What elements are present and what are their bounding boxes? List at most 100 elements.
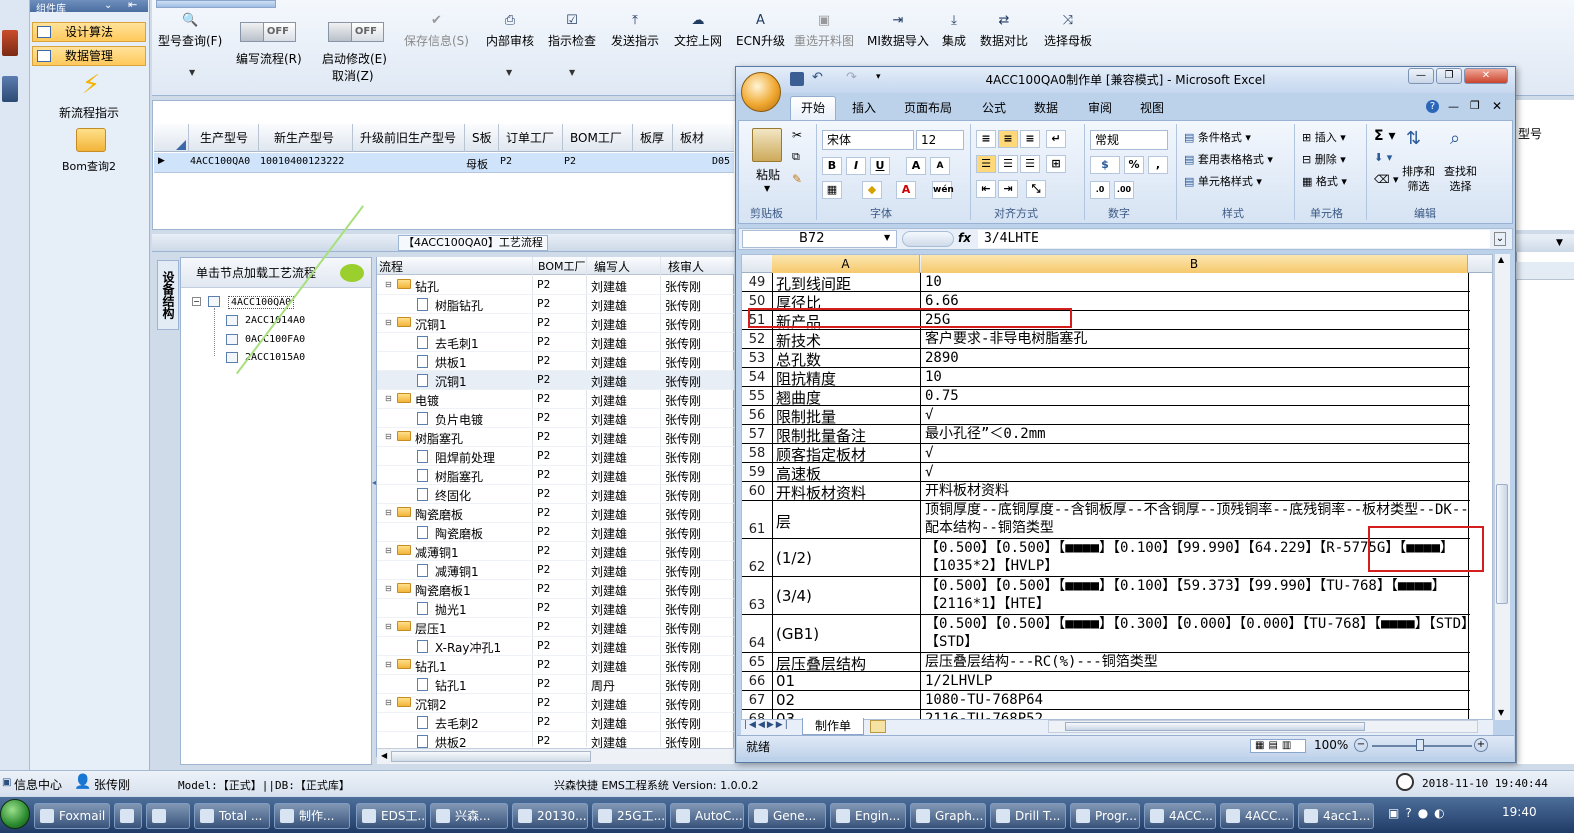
cell-a[interactable]: 01 xyxy=(774,672,920,690)
zoom-in-icon[interactable]: + xyxy=(1474,738,1488,752)
row-number[interactable]: 57 xyxy=(742,427,772,442)
cell[interactable]: 张传刚 xyxy=(665,677,701,694)
col-header-b[interactable]: B xyxy=(921,255,1468,273)
cell[interactable]: P2 xyxy=(537,278,550,291)
col-header[interactable]: 升级前旧生产型号 xyxy=(360,128,456,148)
cell[interactable]: 张传刚 xyxy=(665,278,701,295)
font-color-icon[interactable]: A xyxy=(896,181,916,199)
cell[interactable]: 张传刚 xyxy=(665,430,701,447)
sort-filter-button[interactable]: 排序和 筛选 xyxy=(1402,164,1435,194)
cell-b[interactable]: 1080-TU-768P64 xyxy=(922,691,1469,710)
row-number[interactable]: 58 xyxy=(742,446,772,461)
info-icon[interactable]: ▣ xyxy=(2,777,11,788)
tab-page-layout[interactable]: 页面布局 xyxy=(904,99,952,116)
table-row[interactable]: ⊟ 钻孔 P2 刘建雄 张传刚 xyxy=(377,276,734,295)
sort-filter-icon[interactable]: ⇅ xyxy=(1406,128,1421,149)
cell[interactable]: 钻孔1 xyxy=(415,658,447,675)
tab-insert[interactable]: 插入 xyxy=(852,99,876,116)
cell[interactable]: 刘建雄 xyxy=(591,297,627,314)
table-row[interactable]: 终固化 P2 刘建雄 张传刚 xyxy=(377,485,734,504)
cell[interactable]: 张传刚 xyxy=(665,525,701,542)
taskbar-clock[interactable]: 19:40 xyxy=(1502,805,1537,819)
table-row[interactable]: ⊟ 电镀 P2 刘建雄 张传刚 xyxy=(377,390,734,409)
row-number[interactable]: 65 xyxy=(742,655,772,670)
cell[interactable]: 张传刚 xyxy=(665,620,701,637)
cell[interactable]: 张传刚 xyxy=(665,316,701,333)
row-number[interactable]: 52 xyxy=(742,332,772,347)
nav-data-management[interactable]: 数据管理 xyxy=(32,46,146,66)
sheet-row[interactable]: 66 01 1/2LHVLP xyxy=(742,672,1470,691)
vertical-scrollbar[interactable]: ▲ ▼ xyxy=(1494,254,1510,720)
cell-b[interactable]: √ xyxy=(922,444,1469,463)
fill-icon[interactable]: ⬇ ▾ xyxy=(1374,151,1392,164)
cell[interactable]: 张传刚 xyxy=(665,411,701,428)
cell[interactable]: P2 xyxy=(537,297,550,310)
sheet-nav-icon[interactable]: |◀◀▶▶| xyxy=(744,720,790,730)
cell-b[interactable]: 10 xyxy=(922,368,1469,387)
cell[interactable]: P2 xyxy=(537,544,550,557)
table-row[interactable]: ⊟ 树脂塞孔 P2 刘建雄 张传刚 xyxy=(377,428,734,447)
tree-collapse-icon[interactable]: ⊟ xyxy=(385,508,392,517)
cell-a[interactable]: 翘曲度 xyxy=(774,387,920,408)
autosum-icon[interactable]: Σ ▾ xyxy=(1374,128,1395,144)
cell[interactable]: 张传刚 xyxy=(665,601,701,618)
ribbon-minimize-icon[interactable]: — xyxy=(1448,100,1459,113)
chevron-down-icon[interactable]: ▼ xyxy=(569,68,575,77)
cancel-button[interactable]: 取消(Z) xyxy=(332,67,374,84)
reselect-cutting-button[interactable]: ▣ 重选开料图 xyxy=(794,14,854,49)
cell[interactable]: 刘建雄 xyxy=(591,658,627,675)
cell[interactable]: 刘建雄 xyxy=(591,525,627,542)
col-header[interactable]: BOM工厂 xyxy=(570,128,622,148)
col-header[interactable]: 核审人 xyxy=(668,258,704,275)
internal-review-button[interactable]: ⎙ 内部审核 xyxy=(486,14,534,49)
table-row[interactable]: X-Ray冲孔1 P2 刘建雄 张传刚 xyxy=(377,637,734,656)
cell[interactable]: 钻孔 xyxy=(415,278,439,295)
cell-a[interactable]: 孔到线间距 xyxy=(774,273,920,294)
cell[interactable]: 去毛刺2 xyxy=(435,715,479,732)
enable-edit-toggle[interactable]: OFF xyxy=(328,22,384,42)
cell[interactable]: 沉铜1 xyxy=(415,316,447,333)
sheet-row[interactable]: 52 新技术 客户要求-非导电树脂塞孔 xyxy=(742,330,1470,350)
redo-icon[interactable]: ↷ xyxy=(846,70,857,85)
cell-b[interactable]: 客户要求-非导电树脂塞孔 xyxy=(922,330,1469,349)
cell[interactable]: 张传刚 xyxy=(665,696,701,713)
new-sheet-icon[interactable] xyxy=(870,720,886,733)
cell[interactable]: 沉铜2 xyxy=(415,696,447,713)
table-row[interactable]: 去毛刺1 P2 刘建雄 张传刚 xyxy=(377,333,734,352)
taskbar-item[interactable]: AutoC... xyxy=(670,803,744,829)
cell[interactable]: 张传刚 xyxy=(665,354,701,371)
sheet-row[interactable]: 55 翘曲度 0.75 xyxy=(742,387,1470,408)
minimize-icon[interactable]: — xyxy=(1408,68,1434,84)
chevron-down-icon[interactable]: ▼ xyxy=(189,68,195,77)
tree-collapse-icon[interactable]: ⊟ xyxy=(385,546,392,555)
cell[interactable]: 刘建雄 xyxy=(591,468,627,485)
cell[interactable]: P2 xyxy=(537,468,550,481)
cell-b[interactable]: 开料板材资料 xyxy=(922,482,1469,501)
chevron-down-icon[interactable]: ▼ xyxy=(506,68,512,77)
cell-a[interactable]: 高速板 xyxy=(774,463,920,484)
tree-collapse-icon[interactable]: ⊟ xyxy=(385,280,392,289)
cell[interactable]: 烘板1 xyxy=(435,354,467,371)
cell[interactable]: P2 xyxy=(537,658,550,671)
cell[interactable]: 层压1 xyxy=(415,620,447,637)
row-number[interactable]: 53 xyxy=(742,351,772,366)
col-header[interactable]: BOM工厂 xyxy=(538,258,586,274)
cell-a[interactable]: 层 xyxy=(774,511,920,532)
cell[interactable]: 刘建雄 xyxy=(591,316,627,333)
cell[interactable]: 树脂塞孔 xyxy=(435,468,483,485)
align-right-icon[interactable]: ☰ xyxy=(1020,155,1040,173)
table-format-button[interactable]: ▤ 套用表格格式 ▾ xyxy=(1184,151,1273,167)
cell[interactable]: P2 xyxy=(537,487,550,500)
table-row[interactable]: 树脂钻孔 P2 刘建雄 张传刚 xyxy=(377,295,734,314)
number-format-select[interactable]: 常规 xyxy=(1090,130,1168,150)
taskbar-item[interactable]: Graph... xyxy=(910,803,986,829)
expand-formula-icon[interactable]: ⌄ xyxy=(1494,232,1506,246)
cell[interactable]: 刘建雄 xyxy=(591,487,627,504)
cell[interactable]: P2 xyxy=(537,582,550,595)
cell-a[interactable]: 顾客指定板材 xyxy=(774,444,920,465)
cell[interactable]: 刘建雄 xyxy=(591,544,627,561)
table-row[interactable]: ⊟ 沉铜2 P2 刘建雄 张传刚 xyxy=(377,694,734,713)
nav-design-algorithm[interactable]: 设计算法 xyxy=(32,22,146,42)
integrate-button[interactable]: ⤓ 集成 xyxy=(942,14,966,49)
row-number[interactable]: 49 xyxy=(742,275,772,290)
